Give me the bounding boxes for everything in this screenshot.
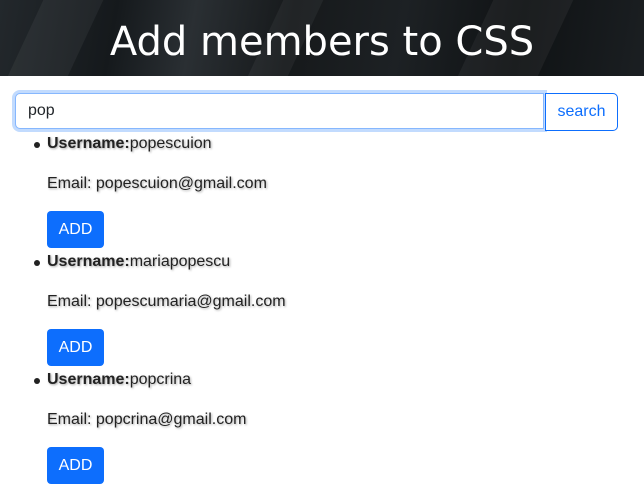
bullet-icon [34, 260, 40, 266]
page-header: Add members to CSS [0, 0, 644, 76]
email-value: popescuion@gmail.com [95, 175, 267, 192]
email-label: Email: [47, 411, 96, 428]
search-button[interactable]: search [545, 93, 618, 131]
bullet-icon [34, 142, 40, 148]
list-item: Username:popescuion Email: popescuion@gm… [34, 134, 627, 252]
page-title: Add members to CSS [109, 19, 535, 65]
add-member-button[interactable]: ADD [47, 211, 104, 248]
email-label: Email: [47, 293, 96, 310]
email-value: popescumaria@gmail.com [95, 293, 286, 310]
add-member-button[interactable]: ADD [47, 447, 104, 484]
search-bar: search [15, 93, 618, 131]
username-label: Username: [47, 371, 130, 388]
username-value: mariapopescu [129, 253, 231, 270]
email-value: popcrina@gmail.com [95, 411, 247, 428]
username-value: popescuion [129, 135, 212, 152]
username-label: Username: [47, 253, 130, 270]
email-label: Email: [47, 175, 96, 192]
list-item: Username:mariapopescu Email: popescumari… [34, 252, 627, 370]
username-label: Username: [47, 135, 130, 152]
member-results-list: Username:popescuion Email: popescuion@gm… [34, 134, 627, 488]
add-member-button[interactable]: ADD [47, 329, 104, 366]
list-item: Username:popcrina Email: popcrina@gmail.… [34, 370, 627, 488]
bullet-icon [34, 378, 40, 384]
email-line: Email: popescuion@gmail.com [47, 174, 267, 194]
username-line: Username:mariapopescu [47, 252, 230, 272]
search-input[interactable] [15, 93, 544, 129]
username-line: Username:popescuion [47, 134, 212, 154]
email-line: Email: popcrina@gmail.com [47, 410, 246, 430]
email-line: Email: popescumaria@gmail.com [47, 292, 286, 312]
username-line: Username:popcrina [47, 370, 191, 390]
username-value: popcrina [129, 371, 192, 388]
